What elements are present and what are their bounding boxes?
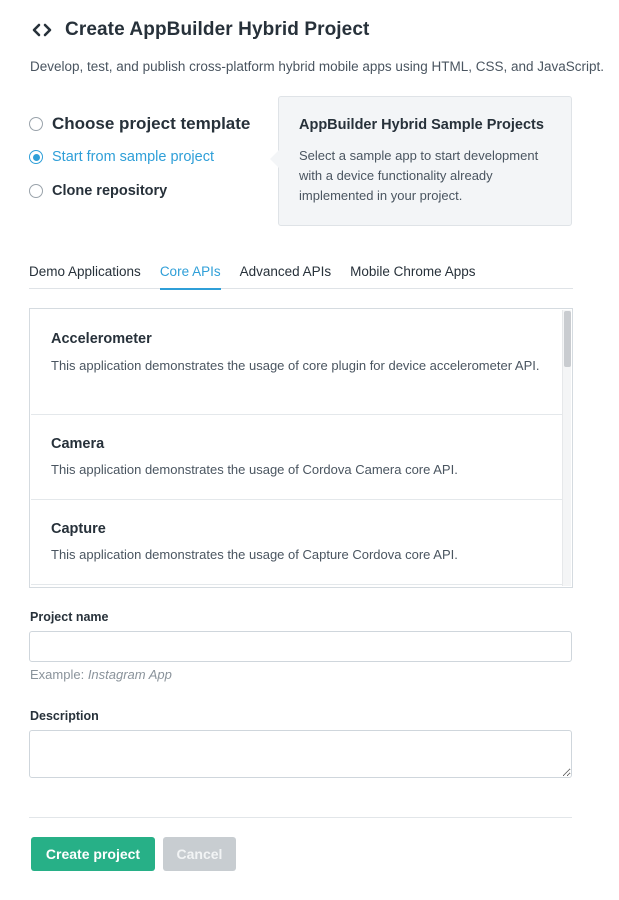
project-name-input[interactable] [29,631,572,662]
radio-choose-template[interactable] [29,117,43,131]
tab-mobile-chrome-apps[interactable]: Mobile Chrome Apps [350,264,475,289]
sample-description: This application demonstrates the usage … [51,462,458,477]
radio-sample-project[interactable] [29,150,43,164]
option-label: Start from sample project [52,149,214,165]
sample-title: Accelerometer [51,331,152,347]
description-textarea[interactable] [29,730,572,778]
option-sample-project[interactable]: Start from sample project [29,147,250,167]
tab-demo-applications[interactable]: Demo Applications [29,264,141,289]
radio-clone-repository[interactable] [29,184,43,198]
project-name-label: Project name [30,610,109,624]
hint-example: Instagram App [87,667,172,682]
sample-list[interactable]: Accelerometer This application demonstra… [29,308,573,588]
list-item[interactable]: Capture This application demonstrates th… [31,500,563,585]
project-name-hint: Example: Instagram App [30,667,172,682]
page-header: Create AppBuilder Hybrid Project [31,19,369,41]
page-title: Create AppBuilder Hybrid Project [65,19,370,40]
code-brackets-icon [31,19,53,41]
project-source-options: Choose project template Start from sampl… [29,112,250,201]
description-label: Description [30,709,99,723]
option-choose-template[interactable]: Choose project template [29,112,250,136]
create-project-button[interactable]: Create project [31,837,155,871]
list-item[interactable]: Camera This application demonstrates the… [31,415,563,500]
info-card-title: AppBuilder Hybrid Sample Projects [299,117,544,133]
page-subtitle: Develop, test, and publish cross-platfor… [30,59,605,74]
option-label: Clone repository [52,183,168,199]
list-scrollbar[interactable] [562,310,571,586]
sample-title: Capture [51,521,106,537]
sample-description: This application demonstrates the usage … [51,547,458,562]
info-card: AppBuilder Hybrid Sample Projects Select… [270,96,572,226]
tab-advanced-apis[interactable]: Advanced APIs [240,264,332,289]
tab-core-apis[interactable]: Core APIs [159,264,221,290]
info-card-text: Select a sample app to start development… [299,148,539,203]
sample-category-tabs: Demo Applications Core APIs Advanced API… [29,264,573,290]
sample-title: Camera [51,436,105,452]
sample-description: This application demonstrates the usage … [51,358,540,373]
footer-divider [29,817,572,818]
cancel-button[interactable]: Cancel [163,837,236,871]
scrollbar-thumb[interactable] [564,311,571,367]
option-clone-repository[interactable]: Clone repository [29,181,250,201]
list-item[interactable]: Accelerometer This application demonstra… [31,310,563,415]
option-label: Choose project template [52,114,251,133]
hint-prefix: Example: [30,667,88,682]
